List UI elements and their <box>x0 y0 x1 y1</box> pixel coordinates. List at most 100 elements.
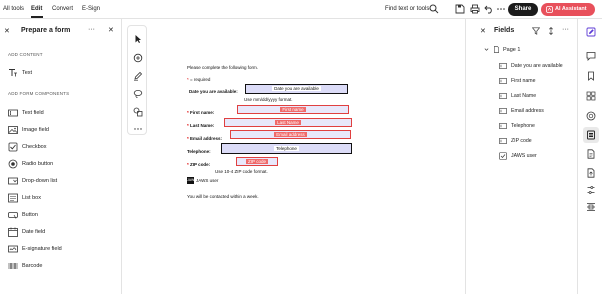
barcode-icon <box>8 263 18 269</box>
menu-all-tools[interactable]: All tools <box>3 6 24 12</box>
field-item-label: ZIP code <box>511 138 532 144</box>
lasso-icon[interactable] <box>133 89 143 99</box>
ai-assistant-label: AI Assistant <box>555 6 587 12</box>
component-label: Text field <box>22 110 44 116</box>
zip-label: * ZIP code: <box>187 162 211 167</box>
button-icon <box>8 212 18 219</box>
dropdown-list-icon <box>8 177 18 185</box>
date-available-field[interactable]: Date you are available <box>245 84 348 94</box>
form-tool-strip <box>127 25 147 135</box>
component-esignature-field[interactable]: E-signature field <box>8 243 116 255</box>
required-note-text: = required <box>188 77 211 82</box>
right-tool-rail <box>577 19 602 294</box>
select-cursor-icon[interactable] <box>133 34 143 44</box>
search-icon[interactable] <box>429 4 439 14</box>
esignature-field-icon <box>8 245 18 253</box>
shapes-icon[interactable] <box>133 107 143 117</box>
telephone-field[interactable]: Telephone <box>221 143 352 154</box>
email-field[interactable]: Email address <box>230 130 351 139</box>
more-icon[interactable] <box>496 4 506 14</box>
email-label: * Email address: <box>187 136 223 141</box>
text-field-icon <box>499 93 507 99</box>
first-name-field-name: First name <box>280 107 306 112</box>
field-item-label: Last Name <box>511 93 537 99</box>
add-comment-icon[interactable] <box>133 53 143 63</box>
radio-button-icon <box>8 159 18 169</box>
required-note: * = required <box>187 77 210 82</box>
component-list-box[interactable]: List box <box>8 192 116 204</box>
find-text-or-tools[interactable]: Find text or tools <box>385 6 429 12</box>
date-label: Date you are available: <box>189 89 238 94</box>
fields-icon[interactable] <box>586 130 596 140</box>
zip-field-name: ZIP code <box>246 159 268 164</box>
fields-more-icon[interactable]: ··· <box>562 26 569 33</box>
add-text-button[interactable]: Text <box>8 67 116 79</box>
jaws-user-checkbox[interactable]: JAWS <box>187 177 197 184</box>
more-options-icon[interactable]: ··· <box>88 26 95 33</box>
component-label: Checkbox <box>22 144 47 150</box>
component-button[interactable]: Button <box>8 209 116 221</box>
component-barcode[interactable]: Barcode <box>8 260 116 272</box>
organize-pages-icon[interactable] <box>586 185 596 195</box>
zip-label-text: ZIP code: <box>190 162 211 167</box>
menu-convert[interactable]: Convert <box>52 6 73 12</box>
zip-hint: Use 10-4 ZIP code format. <box>215 169 268 174</box>
field-item-email[interactable]: Email address <box>499 106 544 116</box>
prepare-form-panel: ✕ Prepare a form ··· ✕ ADD CONTENT Text … <box>0 19 122 294</box>
page-icon <box>494 46 499 53</box>
first-name-field[interactable]: First name <box>237 105 349 114</box>
chevron-down-icon[interactable] <box>484 47 489 52</box>
fields-panel: ✕ Fields ··· Page 1 Date you are availab… <box>465 19 576 294</box>
component-image-field[interactable]: Image field <box>8 124 116 136</box>
page-1-node[interactable]: Page 1 <box>484 46 520 53</box>
image-field-icon <box>8 126 18 134</box>
save-icon[interactable] <box>455 4 465 14</box>
thumbnails-icon[interactable] <box>586 91 596 101</box>
field-item-date[interactable]: Date you are available <box>499 61 563 71</box>
field-item-last-name[interactable]: Last Name <box>499 91 536 101</box>
print-icon[interactable] <box>470 4 480 14</box>
component-dropdown-list[interactable]: Drop-down list <box>8 175 116 187</box>
close-fields-icon[interactable]: ✕ <box>480 27 486 35</box>
add-text-label: Text <box>22 70 33 76</box>
field-item-label: JAWS user <box>511 153 537 159</box>
component-date-field[interactable]: Date field <box>8 226 116 238</box>
close-icon[interactable]: ✕ <box>108 26 114 34</box>
export-icon[interactable] <box>586 168 596 178</box>
close-panel-icon[interactable]: ✕ <box>4 27 10 35</box>
pen-icon[interactable] <box>133 71 143 81</box>
menu-edit[interactable]: Edit <box>31 6 42 12</box>
component-label: Drop-down list <box>22 178 58 184</box>
field-item-first-name[interactable]: First name <box>499 76 536 86</box>
comment-icon[interactable] <box>586 51 596 61</box>
component-checkbox[interactable]: Checkbox <box>8 141 116 153</box>
top-bar: All tools Edit Convert E-Sign Find text … <box>0 0 602 19</box>
edit-pdf-icon[interactable] <box>586 27 596 37</box>
field-item-jaws[interactable]: JAWS user <box>499 151 537 161</box>
filter-icon[interactable] <box>532 27 540 35</box>
document-canvas[interactable] <box>123 19 464 294</box>
text-field-icon <box>499 78 507 84</box>
ai-assistant-button[interactable]: AI Assistant <box>541 3 595 16</box>
date-field-name: Date you are available <box>272 86 321 91</box>
field-item-telephone[interactable]: Telephone <box>499 121 535 131</box>
document-icon[interactable] <box>586 149 596 159</box>
zip-code-field[interactable]: ZIP code <box>236 157 278 166</box>
component-text-field[interactable]: Text field <box>8 107 116 119</box>
text-field-icon <box>499 138 507 144</box>
bookmark-icon[interactable] <box>586 71 596 81</box>
last-name-field[interactable]: Last Name <box>224 118 352 127</box>
sort-icon[interactable] <box>547 27 555 35</box>
menu-esign[interactable]: E-Sign <box>82 6 100 12</box>
component-label: Button <box>22 212 38 218</box>
accessibility-icon[interactable] <box>586 111 596 121</box>
email-field-name: Email address <box>274 132 307 137</box>
field-item-zip[interactable]: ZIP code <box>499 136 532 146</box>
more-tools-icon[interactable] <box>133 124 143 134</box>
component-radio-button[interactable]: Radio button <box>8 158 116 170</box>
undo-icon[interactable] <box>484 4 494 14</box>
print-production-icon[interactable] <box>586 202 596 212</box>
field-item-label: Date you are available <box>511 63 563 69</box>
share-button[interactable]: Share <box>508 3 538 16</box>
ai-assistant-icon <box>546 6 553 13</box>
